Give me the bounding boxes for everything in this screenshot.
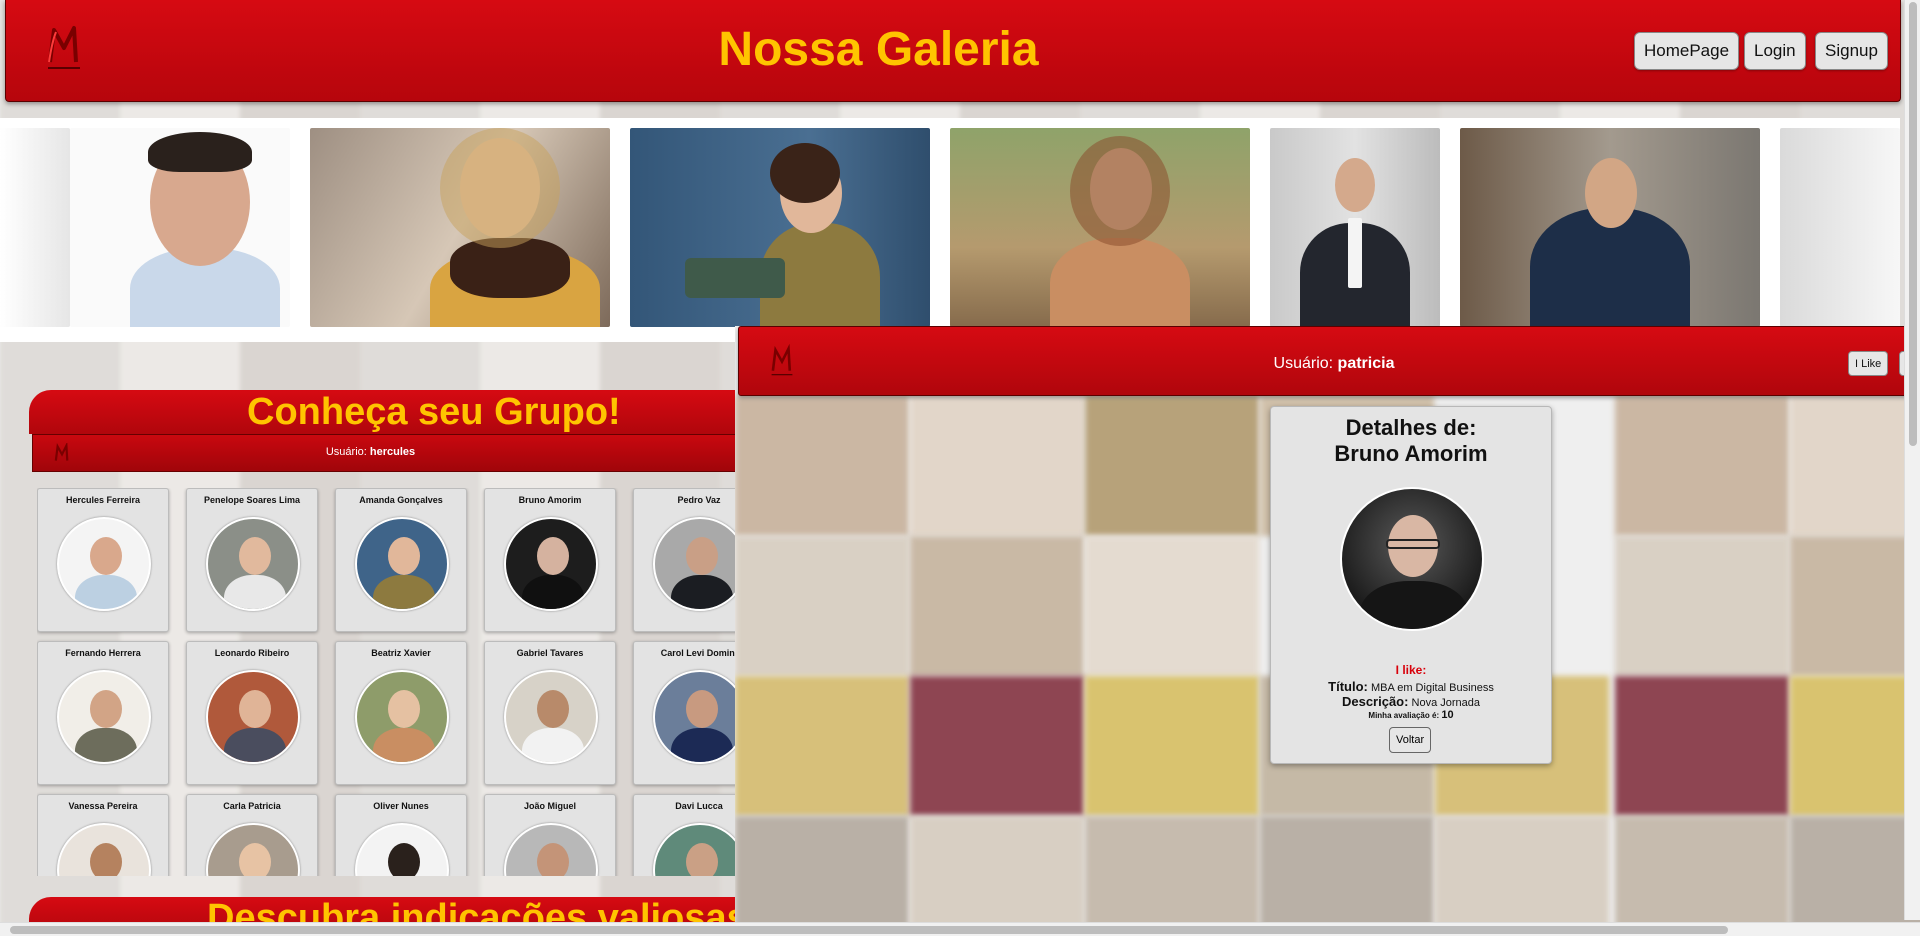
homepage-button[interactable]: HomePage — [1634, 32, 1740, 70]
member-detail-card: Detalhes de: Bruno Amorim I like: Título… — [1270, 406, 1552, 764]
description-line: Descrição: Nova Jornada — [1341, 694, 1481, 709]
member-card[interactable]: Gabriel Tavares — [484, 641, 616, 785]
member-card[interactable]: Davi Lucca — [633, 794, 749, 876]
avatar — [653, 670, 747, 764]
back-button[interactable]: Voltar — [1389, 727, 1432, 753]
member-card[interactable]: Amanda Gonçalves — [335, 488, 467, 632]
photo-man-with-phone-street — [1460, 128, 1760, 327]
description-value: Nova Jornada — [1411, 697, 1481, 709]
avatar — [355, 670, 449, 764]
group-user-label: Usuário: hercules — [325, 446, 416, 458]
detail-user-label: Usuário: patricia — [1273, 355, 1395, 372]
member-card[interactable]: Oliver Nunes — [335, 794, 467, 876]
avatar — [206, 670, 300, 764]
avatar — [57, 670, 151, 764]
member-card[interactable]: Hercules Ferreira — [37, 488, 169, 632]
group-section: Conheça seu Grupo! Usuário: hercules Her… — [29, 390, 749, 876]
avatar — [206, 517, 300, 611]
rating-line: Minha avaliação é: 10 — [1368, 709, 1454, 721]
member-card[interactable]: Bruno Amorim — [484, 488, 616, 632]
member-card[interactable]: Carla Patricia — [186, 794, 318, 876]
photo-street-scene — [1780, 128, 1900, 327]
photo-woman-with-coffee — [950, 128, 1250, 327]
title-line: Título: MBA em Digital Business — [1328, 679, 1494, 694]
member-card[interactable]: Fernando Herrera — [37, 641, 169, 785]
detail-user-bar: Usuário: patricia I Like I — [738, 326, 1920, 396]
login-button[interactable]: Login — [1744, 32, 1806, 70]
group-user-name: hercules — [369, 446, 416, 458]
member-card[interactable]: Leonardo Ribeiro — [186, 641, 318, 785]
avatar — [57, 823, 151, 876]
member-card[interactable]: João Miguel — [484, 794, 616, 876]
avatar — [355, 517, 449, 611]
avatar — [504, 823, 598, 876]
detail-user-name: patricia — [1337, 355, 1395, 372]
avatar — [206, 823, 300, 876]
photo-man-in-suit — [1270, 128, 1440, 327]
avatar — [653, 517, 747, 611]
title-value: MBA em Digital Business — [1370, 682, 1494, 694]
detail-panel: Usuário: patricia I Like I Detalhes de: … — [735, 326, 1920, 936]
avatar — [504, 517, 598, 611]
group-header: Conheça seu Grupo! — [29, 390, 749, 434]
signup-button[interactable]: Signup — [1815, 32, 1888, 70]
top-header: Nossa Galeria HomePage Login Signup — [5, 0, 1901, 102]
rating-value: 10 — [1441, 709, 1454, 721]
horizontal-scroll-thumb[interactable] — [10, 926, 1728, 934]
member-grid: Hercules Ferreira Penelope Soares Lima A… — [37, 488, 749, 876]
group-user-bar: Usuário: hercules — [32, 434, 749, 472]
member-card[interactable]: Pedro Vaz — [633, 488, 749, 632]
horizontal-scrollbar[interactable] — [0, 922, 1920, 936]
member-card[interactable]: Beatriz Xavier — [335, 641, 467, 785]
vertical-scroll-thumb[interactable] — [1909, 2, 1917, 446]
vertical-scrollbar[interactable] — [1904, 0, 1920, 920]
member-card[interactable]: Carol Levi Domini — [633, 641, 749, 785]
page-title: Nossa Galeria — [718, 23, 1039, 76]
i-like-button[interactable]: I Like — [1848, 351, 1889, 376]
avatar — [57, 517, 151, 611]
member-card[interactable]: Vanessa Pereira — [37, 794, 169, 876]
avatar — [504, 670, 598, 764]
photo-carousel[interactable] — [0, 118, 1900, 342]
photo-partial-left — [0, 128, 70, 327]
photo-woman-reading-book — [630, 128, 930, 327]
detail-heading: Detalhes de: Bruno Amorim — [1271, 415, 1551, 467]
member-card[interactable]: Penelope Soares Lima — [186, 488, 318, 632]
photo-woman-on-phone-scarf — [310, 128, 610, 327]
detail-member-name: Bruno Amorim — [1334, 441, 1488, 466]
avatar — [355, 823, 449, 876]
photo-man-smiling-glasses — [70, 128, 290, 327]
avatar — [653, 823, 747, 876]
avatar — [1340, 487, 1484, 631]
i-like-label: I like: — [1395, 663, 1427, 677]
